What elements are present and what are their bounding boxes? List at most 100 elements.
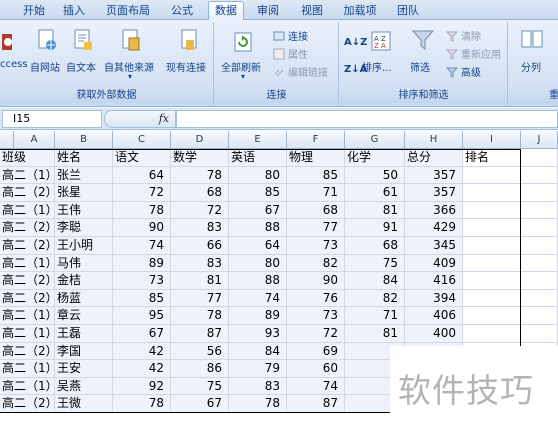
header-cell[interactable]: 物理 xyxy=(287,149,345,167)
table-cell[interactable]: 王伟 xyxy=(55,201,113,220)
table-cell[interactable]: 400 xyxy=(405,325,463,343)
table-cell[interactable]: 75 xyxy=(171,377,229,396)
table-cell[interactable]: 88 xyxy=(229,272,287,290)
table-cell[interactable]: 81 xyxy=(345,201,405,220)
header-cell[interactable]: 班级 xyxy=(0,149,55,167)
table-cell[interactable] xyxy=(521,184,558,202)
table-cell[interactable]: 高二（1） xyxy=(0,166,55,185)
tab-2[interactable]: 插入 xyxy=(56,2,92,20)
table-cell[interactable] xyxy=(463,219,521,237)
column-header-b[interactable]: B xyxy=(55,131,113,149)
table-cell[interactable]: 406 xyxy=(405,307,463,325)
column-header-e[interactable]: E xyxy=(229,131,287,149)
table-cell[interactable]: 50 xyxy=(345,166,405,185)
header-cell[interactable]: 姓名 xyxy=(55,149,113,167)
table-cell[interactable] xyxy=(521,325,558,343)
table-cell[interactable] xyxy=(463,201,521,220)
table-cell[interactable]: 73 xyxy=(287,237,345,255)
properties-button[interactable]: 属性 xyxy=(273,46,308,61)
reapply-button[interactable]: 重新应用 xyxy=(446,46,501,61)
table-cell[interactable]: 357 xyxy=(405,184,463,202)
sort-button[interactable]: 排序... xyxy=(362,59,392,74)
column-header-g[interactable]: G xyxy=(345,131,405,149)
advanced-filter-button[interactable]: 高级 xyxy=(446,64,481,79)
select-all-corner[interactable] xyxy=(0,131,14,149)
table-cell[interactable]: 81 xyxy=(345,325,405,343)
sort-ascending-button[interactable]: A↓Z xyxy=(344,37,367,48)
table-cell[interactable]: 83 xyxy=(171,254,229,273)
table-cell[interactable]: 高二（2） xyxy=(0,184,55,202)
insert-function-button[interactable]: fx xyxy=(104,110,176,128)
tab-4[interactable]: 公式 xyxy=(164,2,200,20)
table-cell[interactable]: 74 xyxy=(113,237,171,255)
table-cell[interactable]: 89 xyxy=(229,307,287,325)
formula-input[interactable] xyxy=(176,110,558,128)
header-cell[interactable] xyxy=(521,149,558,167)
table-cell[interactable]: 68 xyxy=(345,237,405,255)
table-cell[interactable]: 王磊 xyxy=(55,325,113,343)
table-cell[interactable] xyxy=(521,254,558,273)
table-cell[interactable] xyxy=(463,237,521,255)
table-cell[interactable]: 王微 xyxy=(55,395,113,413)
header-cell[interactable]: 英语 xyxy=(229,149,287,167)
table-cell[interactable]: 77 xyxy=(171,289,229,308)
table-cell[interactable]: 71 xyxy=(345,307,405,325)
table-cell[interactable] xyxy=(463,307,521,325)
table-cell[interactable]: 高二（1） xyxy=(0,360,55,378)
table-cell[interactable]: 高二（1） xyxy=(0,201,55,220)
column-header-c[interactable]: C xyxy=(113,131,171,149)
table-cell[interactable]: 高二（1） xyxy=(0,377,55,396)
edit-links-button[interactable]: 编辑链接 xyxy=(273,64,328,79)
table-cell[interactable]: 42 xyxy=(113,360,171,378)
column-header-d[interactable]: D xyxy=(171,131,229,149)
table-cell[interactable]: 64 xyxy=(113,166,171,185)
table-cell[interactable]: 409 xyxy=(405,254,463,273)
table-cell[interactable]: 高二（2） xyxy=(0,289,55,308)
table-cell[interactable]: 84 xyxy=(345,272,405,290)
table-cell[interactable]: 80 xyxy=(229,166,287,185)
table-cell[interactable]: 杨蓝 xyxy=(55,289,113,308)
connections-button[interactable]: 连接 xyxy=(273,28,308,43)
table-cell[interactable] xyxy=(521,237,558,255)
column-header-f[interactable]: F xyxy=(287,131,345,149)
table-cell[interactable]: 章云 xyxy=(55,307,113,325)
table-cell[interactable]: 73 xyxy=(287,307,345,325)
from-web-button[interactable]: 自网站 xyxy=(30,59,60,74)
table-cell[interactable]: 高二（2） xyxy=(0,342,55,361)
table-cell[interactable]: 67 xyxy=(171,395,229,413)
filter-button[interactable]: 筛选 xyxy=(410,59,430,74)
table-cell[interactable]: 高二（1） xyxy=(0,325,55,343)
table-cell[interactable] xyxy=(521,307,558,325)
table-cell[interactable]: 85 xyxy=(287,166,345,185)
table-cell[interactable]: 李聪 xyxy=(55,219,113,237)
table-cell[interactable] xyxy=(521,166,558,185)
text-to-columns-button[interactable]: 分列 xyxy=(521,59,541,74)
table-cell[interactable]: 56 xyxy=(171,342,229,361)
table-cell[interactable]: 72 xyxy=(113,184,171,202)
table-cell[interactable]: 78 xyxy=(113,201,171,220)
clear-filter-button[interactable]: 清除 xyxy=(446,28,481,43)
table-cell[interactable]: 高二（1） xyxy=(0,307,55,325)
table-cell[interactable]: 357 xyxy=(405,166,463,185)
table-cell[interactable]: 366 xyxy=(405,201,463,220)
table-cell[interactable]: 72 xyxy=(287,325,345,343)
table-cell[interactable]: 93 xyxy=(229,325,287,343)
table-cell[interactable]: 429 xyxy=(405,219,463,237)
table-cell[interactable]: 86 xyxy=(171,360,229,378)
tab-8[interactable]: 加载项 xyxy=(338,2,382,20)
table-cell[interactable]: 92 xyxy=(113,377,171,396)
table-cell[interactable] xyxy=(521,201,558,220)
table-cell[interactable]: 王小明 xyxy=(55,237,113,255)
table-cell[interactable]: 78 xyxy=(113,395,171,413)
table-cell[interactable]: 张兰 xyxy=(55,166,113,185)
table-cell[interactable]: 345 xyxy=(405,237,463,255)
table-cell[interactable]: 67 xyxy=(113,325,171,343)
table-cell[interactable] xyxy=(463,254,521,273)
table-cell[interactable]: 高二（2） xyxy=(0,219,55,237)
table-cell[interactable] xyxy=(463,325,521,343)
table-cell[interactable] xyxy=(521,219,558,237)
table-cell[interactable]: 78 xyxy=(229,395,287,413)
table-cell[interactable]: 68 xyxy=(171,184,229,202)
table-cell[interactable]: 64 xyxy=(229,237,287,255)
table-cell[interactable]: 马伟 xyxy=(55,254,113,273)
